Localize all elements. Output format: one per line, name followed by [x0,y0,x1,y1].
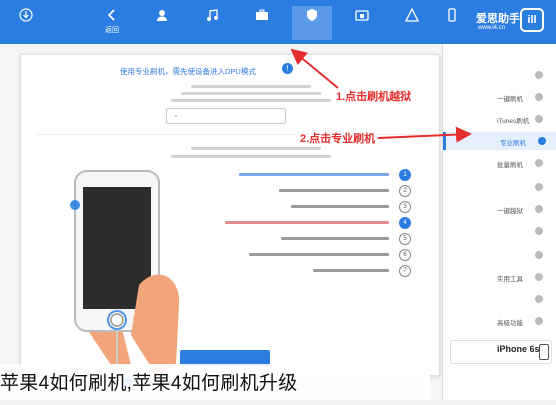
arrow-to-flash-tab [290,48,339,89]
image-caption: 苹果4如何刷机,苹果4如何刷机升级 [0,373,298,394]
annotation-arrows [290,48,472,143]
annotation-step-1: 1.点击刷机越狱 [336,91,412,103]
annotation-step-2: 2.点击专业刷机 [300,133,376,145]
arrow-to-pro-flash [377,126,472,143]
